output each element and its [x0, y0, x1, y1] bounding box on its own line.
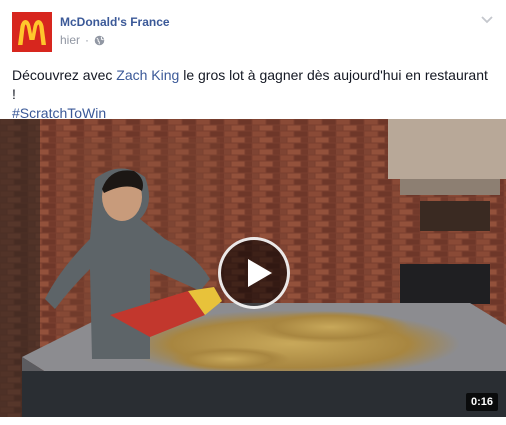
mention-zach-king-link[interactable]: Zach King — [116, 67, 179, 83]
post-message: Découvrez avec Zach King le gros lot à g… — [12, 66, 494, 123]
page-name-link[interactable]: McDonald's France — [60, 15, 170, 29]
post-header: McDonald's France hier · — [12, 12, 494, 52]
message-text-start: Découvrez avec — [12, 67, 117, 83]
page-avatar[interactable] — [12, 12, 52, 52]
chevron-down-icon[interactable] — [480, 12, 494, 26]
video-duration: 0:16 — [465, 393, 498, 411]
globe-icon — [94, 35, 105, 45]
play-button[interactable] — [218, 237, 290, 309]
post-timestamp[interactable]: hier — [60, 33, 80, 47]
post-meta: hier · — [60, 33, 105, 47]
mcdonalds-logo-icon — [12, 12, 52, 52]
video-player[interactable]: 0:16 — [0, 119, 506, 417]
